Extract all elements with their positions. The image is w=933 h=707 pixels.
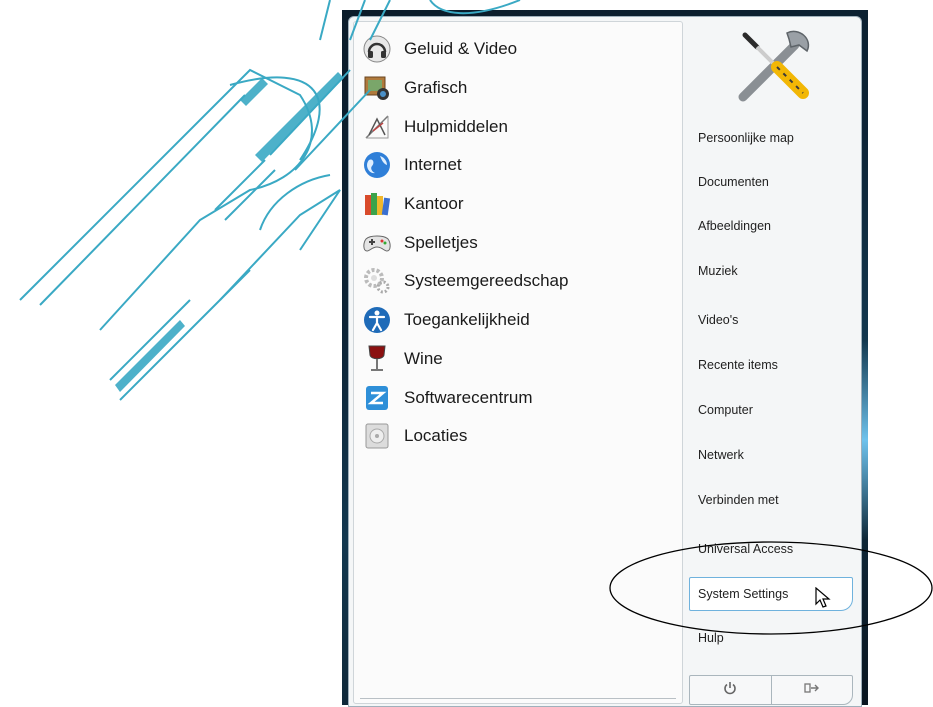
place-verbinden-met[interactable]: Verbinden met [689,483,853,517]
category-systeemgereedschap[interactable]: Systeemgereedschap [362,262,568,301]
wine-glass-icon [362,344,392,374]
category-label: Spelletjes [404,232,478,252]
category-internet[interactable]: Internet [362,146,568,185]
place-afbeeldingen[interactable]: Afbeeldingen [689,209,853,243]
place-system-settings[interactable]: System Settings [689,577,853,611]
category-toegankelijkheid[interactable]: Toegankelijkheid [362,301,568,340]
power-icon [723,681,737,700]
power-button[interactable] [690,676,771,704]
category-label: Grafisch [404,78,468,98]
place-persoonlijke-map[interactable]: Persoonlijke map [689,121,853,155]
place-hulp[interactable]: Hulp [689,621,853,655]
category-label: Internet [404,155,462,175]
mouse-cursor-icon [815,587,831,608]
category-list: Geluid & Video Grafisch Hulpmiddelen Int… [362,30,568,456]
category-label: Systeemgereedschap [404,271,569,291]
category-wine[interactable]: Wine [362,340,568,379]
drive-icon [362,421,392,451]
software-center-icon [362,383,392,413]
category-label: Toegankelijkheid [404,310,530,330]
places-pane: Persoonlijke map Documenten Afbeeldingen… [689,17,861,706]
accessibility-icon [362,305,392,335]
category-label: Wine [404,348,443,368]
session-buttons [689,675,853,705]
category-label: Softwarecentrum [404,387,533,407]
category-hulpmiddelen[interactable]: Hulpmiddelen [362,107,568,146]
place-netwerk[interactable]: Netwerk [689,438,853,472]
logout-icon [804,681,820,699]
logout-button[interactable] [770,676,853,704]
globe-icon [362,150,392,180]
category-softwarecentrum[interactable]: Softwarecentrum [362,378,568,417]
accessories-icon [362,112,392,142]
gamepad-icon [362,228,392,258]
place-recente-items[interactable]: Recente items [689,348,853,382]
category-label: Geluid & Video [404,39,518,59]
system-tools-icon [733,25,815,107]
categories-pane: Geluid & Video Grafisch Hulpmiddelen Int… [353,21,683,704]
pane-divider [360,698,676,699]
place-muziek[interactable]: Muziek [689,254,853,288]
category-grafisch[interactable]: Grafisch [362,69,568,108]
category-label: Hulpmiddelen [404,116,508,136]
application-menu: Geluid & Video Grafisch Hulpmiddelen Int… [348,16,862,707]
category-locaties[interactable]: Locaties [362,417,568,456]
place-documenten[interactable]: Documenten [689,165,853,199]
category-label: Kantoor [404,194,464,214]
place-computer[interactable]: Computer [689,393,853,427]
place-universal-access[interactable]: Universal Access [689,532,853,566]
category-geluid-video[interactable]: Geluid & Video [362,30,568,69]
headphones-icon [362,34,392,64]
system-gears-icon [362,266,392,296]
category-label: Locaties [404,426,468,446]
place-label: System Settings [698,587,789,601]
category-spelletjes[interactable]: Spelletjes [362,223,568,262]
office-books-icon [362,189,392,219]
category-kantoor[interactable]: Kantoor [362,185,568,224]
graphics-icon [362,73,392,103]
place-videos[interactable]: Video's [689,303,853,337]
